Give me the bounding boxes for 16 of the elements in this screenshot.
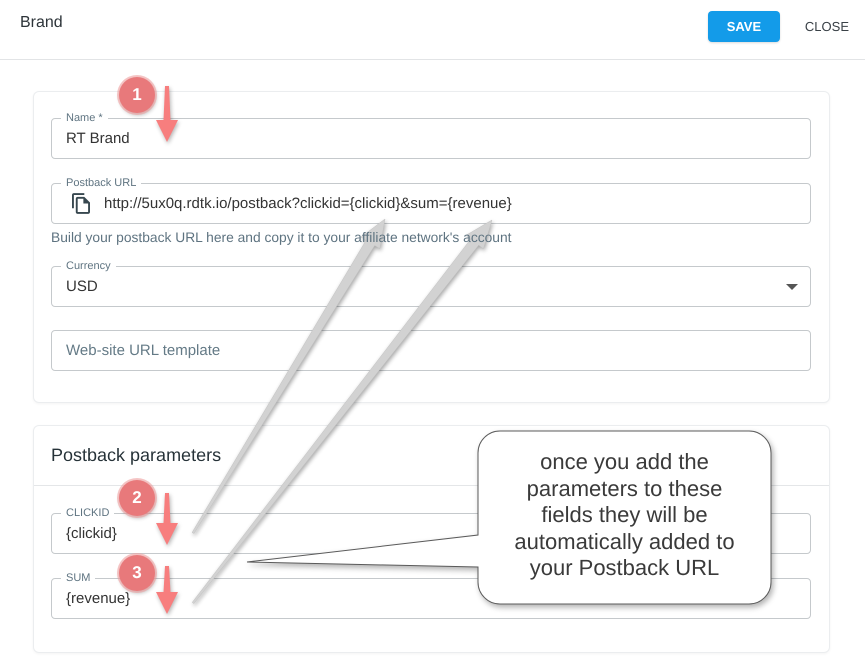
field-label: Currency: [61, 259, 116, 273]
caret-icon: [786, 284, 798, 290]
copy-icon[interactable]: [72, 193, 90, 214]
down-arrow: [156, 566, 178, 614]
down-arrow: [156, 493, 178, 545]
dialog-title: Brand: [20, 13, 63, 33]
helper-text: Build your postback URL here and copy it to your affiliate network's account: [51, 230, 512, 246]
input-field[interactable]: Name * RT Brand: [51, 111, 811, 159]
down-arrow: [156, 86, 178, 142]
url-field[interactable]: Postback URL http://5ux0q.rdtk.io/postback?clickid={clickid}&sum={revenue}: [51, 176, 811, 224]
input-field[interactable]: Web-site URL template: [51, 330, 811, 371]
step-marker: 1: [119, 77, 155, 113]
section-title: Postback parameters: [51, 445, 222, 466]
callout-text: once you add the parameters to these fields they will be automatically added to your Postback URL: [513, 449, 736, 582]
select-field[interactable]: Currency USD: [51, 259, 811, 307]
close-button[interactable]: CLOSE: [788, 11, 865, 42]
